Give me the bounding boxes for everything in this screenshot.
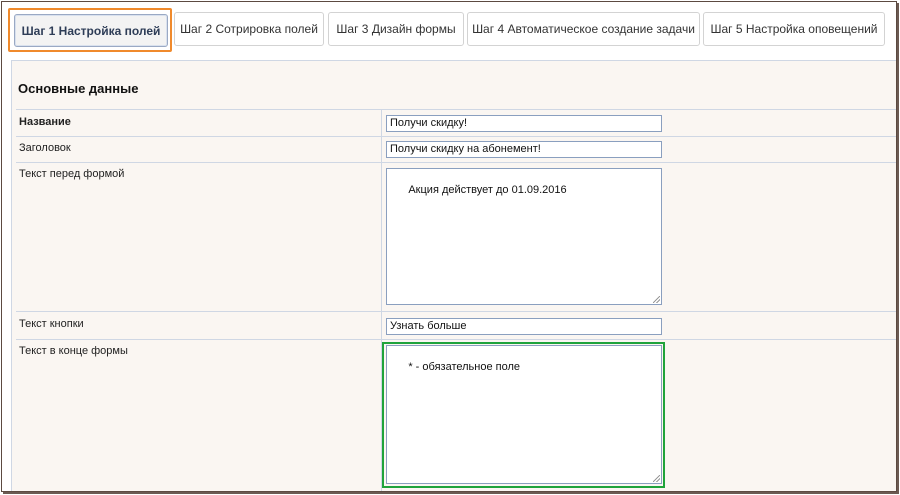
row-divider <box>16 339 896 340</box>
tab-step-1[interactable]: Шаг 1 Настройка полей <box>14 14 168 47</box>
row-divider <box>16 311 896 312</box>
name-label: Название <box>19 116 71 128</box>
row-divider <box>16 109 896 110</box>
heading-input[interactable]: Получи скидку на абонемент! <box>386 141 662 158</box>
row-divider <box>16 491 897 492</box>
resize-handle-icon[interactable] <box>653 296 660 303</box>
text-before-value: Акция действует до 01.09.2016 <box>408 184 567 196</box>
row-divider <box>16 136 896 137</box>
form-settings-window: Шаг 1 Настройка полей Шаг 2 Сотрировка п… <box>1 1 897 492</box>
focus-highlight <box>382 342 665 488</box>
tab-step-2[interactable]: Шаг 2 Сотрировка полей <box>174 12 324 46</box>
section-title: Основные данные <box>18 81 139 96</box>
text-end-label: Текст в конце формы <box>19 345 128 357</box>
button-text-label: Текст кнопки <box>19 318 84 330</box>
tab-step-4[interactable]: Шаг 4 Автоматическое создание задачи <box>467 12 700 46</box>
fields-panel: Основные данные Название Получи скидку! … <box>11 60 897 492</box>
text-before-label: Текст перед формой <box>19 168 125 180</box>
tab-step-3[interactable]: Шаг 3 Дизайн формы <box>328 12 464 46</box>
text-before-textarea[interactable]: Акция действует до 01.09.2016 <box>386 168 662 305</box>
button-text-input[interactable]: Узнать больше <box>386 318 662 335</box>
row-divider <box>16 162 896 163</box>
name-input[interactable]: Получи скидку! <box>386 115 662 132</box>
tab-step-5[interactable]: Шаг 5 Настройка оповещений <box>703 12 885 46</box>
heading-label: Заголовок <box>19 142 71 154</box>
